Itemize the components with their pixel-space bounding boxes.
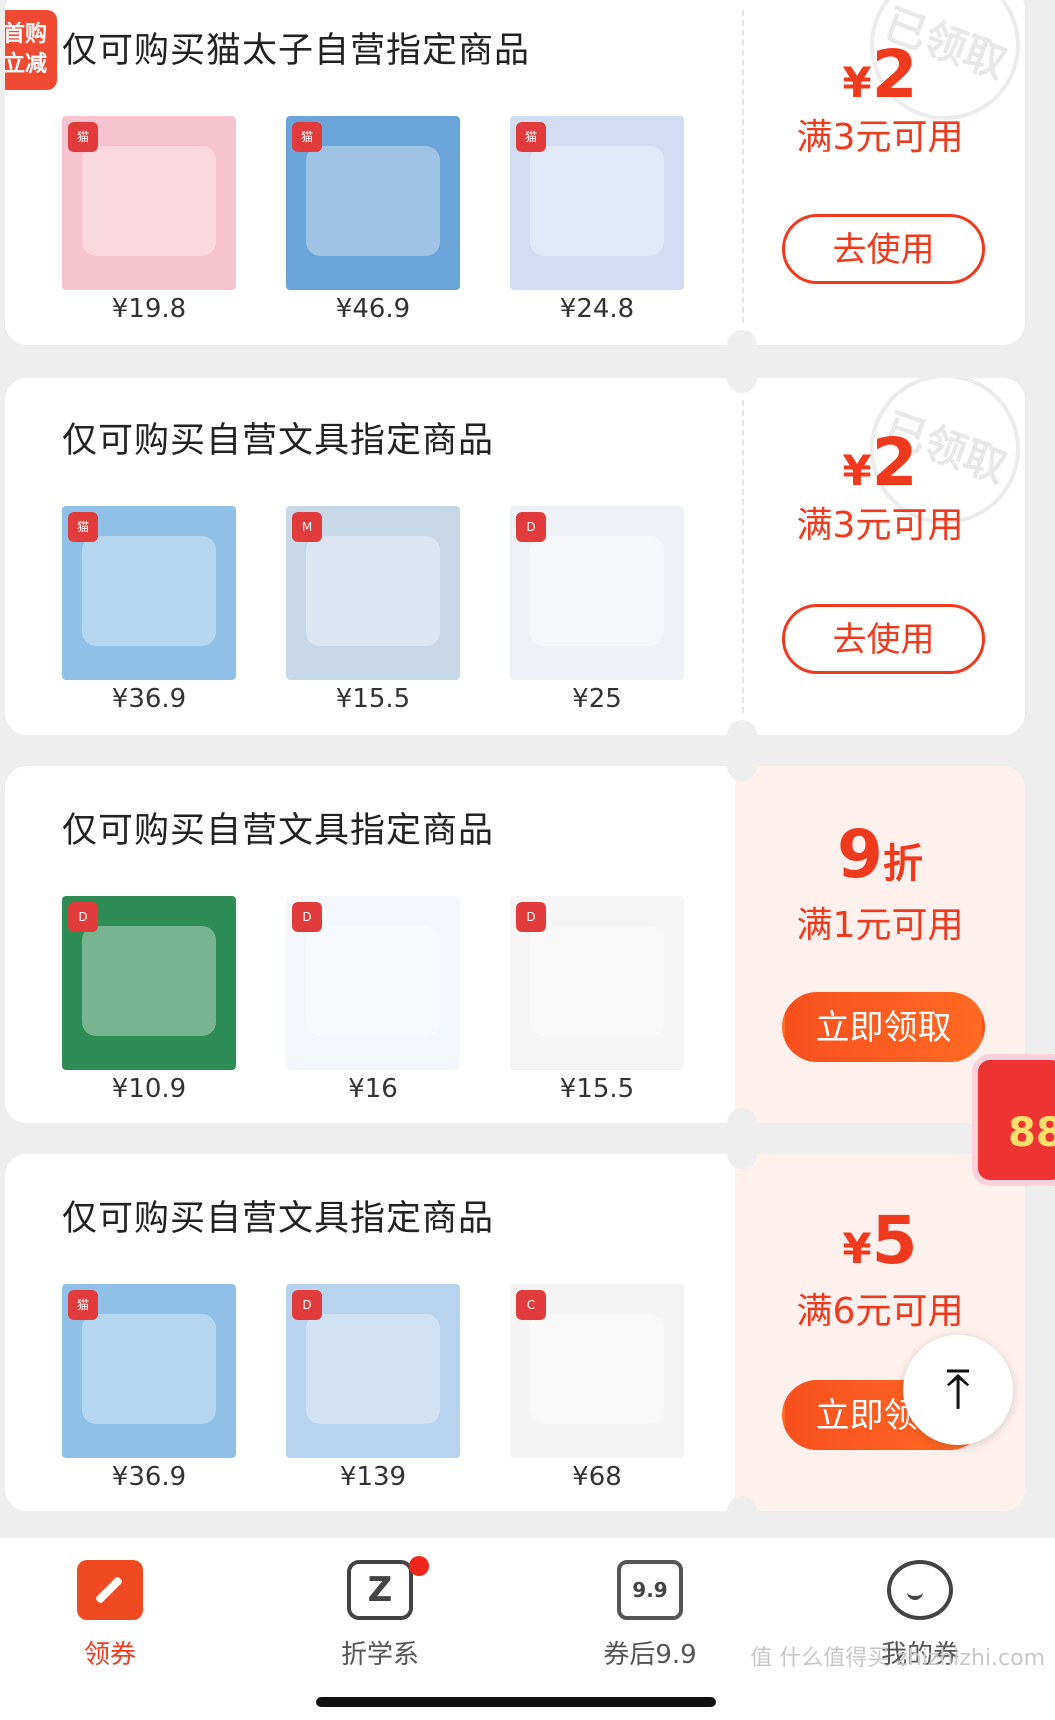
first-purchase-badge: 首购立减 (5, 10, 57, 90)
product-price: ¥16 (348, 1074, 398, 1104)
coupon-condition: 满3元可用 (796, 117, 964, 158)
product-list: D ¥10.9 D ¥16 D ¥15.5 (62, 896, 684, 1104)
product-price: ¥36.9 (111, 1462, 187, 1492)
coupon-card: 仅可购买自营文具指定商品 D ¥10.9 D ¥16 D ¥15.5 9折 满1… (5, 766, 1025, 1123)
coupon-title: 仅可购买猫太子自营指定商品 (62, 31, 531, 71)
product-image[interactable]: 猫 (286, 116, 460, 290)
product-item[interactable]: C ¥68 (510, 1284, 684, 1492)
use-coupon-button[interactable]: 去使用 (782, 604, 985, 674)
coupon-amount: ¥2 (842, 424, 918, 501)
product-image[interactable]: 猫 (62, 1284, 236, 1458)
z-icon: Z (347, 1556, 429, 1620)
coupon-card: 已领取 仅可购买自营文具指定商品 猫 ¥36.9 M ¥15.5 D ¥25 ¥… (5, 378, 1025, 735)
product-price: ¥25 (572, 684, 622, 714)
product-item[interactable]: D ¥15.5 (510, 896, 684, 1104)
product-item[interactable]: 猫 ¥19.8 (62, 116, 236, 324)
product-price: ¥68 (572, 1462, 622, 1492)
product-image[interactable]: C (510, 1284, 684, 1458)
product-price: ¥15.5 (335, 684, 411, 714)
tab-label: 领券 (83, 1640, 136, 1670)
home-indicator (316, 1697, 716, 1707)
product-item[interactable]: D ¥25 (510, 506, 684, 714)
notification-dot (409, 1556, 429, 1576)
product-image[interactable]: D (510, 506, 684, 680)
product-image[interactable]: D (62, 896, 236, 1070)
use-coupon-button[interactable]: 去使用 (782, 214, 985, 284)
product-image[interactable]: 猫 (510, 116, 684, 290)
smile-icon (887, 1560, 953, 1620)
product-price: ¥10.9 (111, 1074, 187, 1104)
product-price: ¥15.5 (559, 1074, 635, 1104)
product-image[interactable]: 猫 (62, 116, 236, 290)
product-list: 猫 ¥36.9 D ¥139 C ¥68 (62, 1284, 684, 1492)
coupon-amount: ¥5 (842, 1202, 918, 1279)
product-price: ¥139 (339, 1462, 407, 1492)
product-image[interactable]: D (510, 896, 684, 1070)
tab-coupons[interactable]: 领券 (30, 1560, 190, 1671)
product-item[interactable]: 猫 ¥36.9 (62, 506, 236, 714)
product-price: ¥24.8 (559, 294, 635, 324)
coupon-condition: 满1元可用 (796, 905, 964, 946)
coupon-condition: 满3元可用 (796, 505, 964, 546)
product-item[interactable]: D ¥10.9 (62, 896, 236, 1104)
coupon-card: 仅可购买自营文具指定商品 猫 ¥36.9 D ¥139 C ¥68 ¥5 满6元… (5, 1154, 1025, 1511)
product-item[interactable]: 猫 ¥24.8 (510, 116, 684, 324)
brand-logo-icon: 猫 (68, 512, 98, 542)
brand-logo-icon: D (292, 1290, 322, 1320)
product-price: ¥19.8 (111, 294, 187, 324)
product-item[interactable]: 猫 ¥36.9 (62, 1284, 236, 1492)
product-list: 猫 ¥19.8 猫 ¥46.9 猫 ¥24.8 (62, 116, 684, 324)
coupon-amount: ¥2 (842, 36, 918, 113)
coupon-amount: 9折 (837, 816, 923, 893)
coupon-title: 仅可购买自营文具指定商品 (62, 811, 495, 851)
product-image[interactable]: D (286, 1284, 460, 1458)
tab-zhexuexi[interactable]: Z 折学系 (300, 1556, 460, 1671)
tab-label: 折学系 (340, 1640, 419, 1670)
brand-logo-icon: 猫 (68, 122, 98, 152)
product-item[interactable]: 猫 ¥46.9 (286, 116, 460, 324)
brand-logo-icon: 猫 (516, 122, 546, 152)
product-image[interactable]: 猫 (62, 506, 236, 680)
claim-coupon-button[interactable]: 立即领取 (782, 992, 985, 1062)
brand-logo-icon: D (516, 902, 546, 932)
product-item[interactable]: D ¥16 (286, 896, 460, 1104)
coupon-title: 仅可购买自营文具指定商品 (62, 421, 495, 461)
arrow-up-icon: ⤒ (946, 1358, 970, 1421)
brand-logo-icon: D (292, 902, 322, 932)
brand-logo-icon: C (516, 1290, 546, 1320)
brand-logo-icon: 猫 (292, 122, 322, 152)
bottom-tab-bar: 领券 Z 折学系 9.9 券后9.9 我的券 (0, 1538, 1055, 1720)
coupon-condition: 满6元可用 (796, 1291, 964, 1332)
product-item[interactable]: M ¥15.5 (286, 506, 460, 714)
red-packet-float[interactable]: 88 (958, 1040, 1055, 1210)
tab-label: 券后9.9 (603, 1640, 697, 1670)
red-packet-amount: 88 (1008, 1110, 1055, 1156)
product-price: ¥36.9 (111, 684, 187, 714)
brand-logo-icon: M (292, 512, 322, 542)
product-image[interactable]: D (286, 896, 460, 1070)
product-image[interactable]: M (286, 506, 460, 680)
smile-icon-wrap (887, 1560, 953, 1620)
product-list: 猫 ¥36.9 M ¥15.5 D ¥25 (62, 506, 684, 714)
tab-after-coupon-99[interactable]: 9.9 券后9.9 (570, 1560, 730, 1671)
coupon-title: 仅可购买自营文具指定商品 (62, 1199, 495, 1239)
coupon-card: 已领取 首购立减 仅可购买猫太子自营指定商品 猫 ¥19.8 猫 ¥46.9 猫… (5, 0, 1025, 345)
brand-logo-icon: 猫 (68, 1290, 98, 1320)
coupon-icon (77, 1560, 143, 1620)
brand-logo-icon: D (516, 512, 546, 542)
product-price: ¥46.9 (335, 294, 411, 324)
price-99-icon: 9.9 (617, 1560, 683, 1620)
scroll-to-top-button[interactable]: ⤒ (903, 1335, 1013, 1445)
brand-logo-icon: D (68, 902, 98, 932)
product-item[interactable]: D ¥139 (286, 1284, 460, 1492)
watermark: 值 什么值得买 zhizhizhi.com (750, 1646, 1045, 1671)
